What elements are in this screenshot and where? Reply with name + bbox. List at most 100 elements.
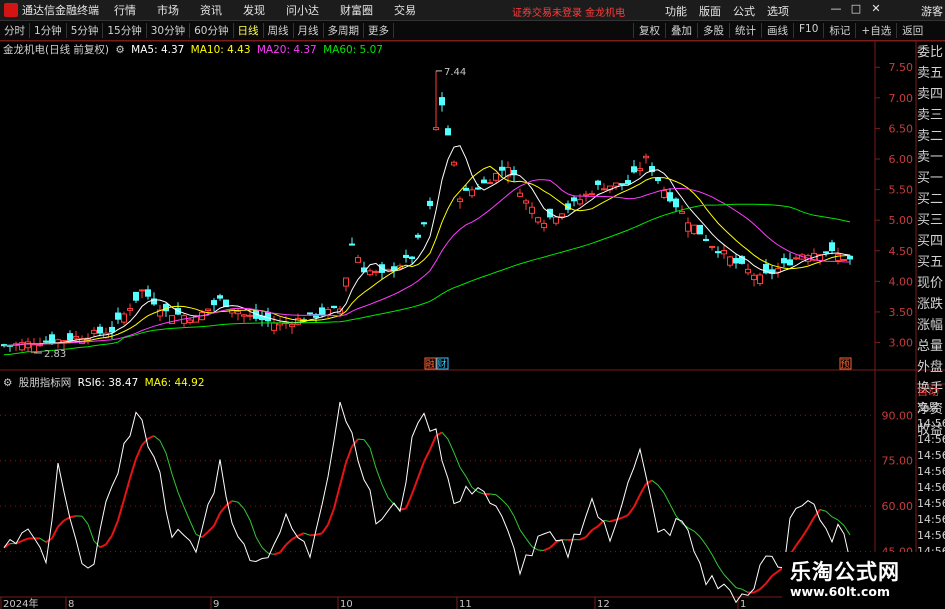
rsi-ma6-segment [729,580,737,588]
rsi-ma6-segment [441,432,449,440]
candle-body [523,200,529,204]
rsi-ma6-segment [369,447,377,469]
quote-panel: 委比 卖五 卖四 卖三 卖二 卖一 买一 买二 买三 买四 买五 现价 涨跌 涨幅 总量 外盘 换手 净资 收益 [917,42,945,441]
candle-body [703,238,709,242]
tick-time: 14:56 [917,497,945,510]
candle-body [733,258,739,264]
candle-body [691,224,697,235]
candle-body [367,270,373,276]
rsi-ma6-segment [741,588,749,593]
candle-body [73,335,79,339]
candle-body [49,334,55,344]
candle-body [475,187,481,190]
ma6-value: MA6: 44.92 [144,377,205,389]
kline-chart-canvas[interactable]: 7.50 7.00 6.50 6.00 5.50 5.00 4.50 4.00 3.50 3.00… [0,0,945,609]
rsi-ma6-segment [21,537,29,542]
rsi-ma6-segment [129,458,137,479]
price-axis-label: 4.00 [889,275,914,288]
rsi-ma6-segment [609,518,617,523]
candle-body [577,199,583,205]
candle-body [463,187,469,191]
rsi-ma6-segment [705,544,713,555]
price-axis-label: 5.00 [889,214,914,227]
candle-body [697,224,703,235]
rsi-ma6-segment [453,452,461,468]
rsi-ma6-segment [693,530,701,538]
quote-label: 买五 [917,255,944,270]
rsi-axis-label: 60.00 [882,500,914,513]
price-axis-label: 3.50 [889,306,914,319]
candle-body [205,308,211,312]
tick-time: 自动 [917,385,939,398]
ma5-line [3,145,851,347]
rsi-ma6-segment [825,510,833,518]
quote-label: 外盘 [917,360,944,375]
indicator-name[interactable]: 股朋指标网 [19,377,72,389]
indicator-legend: ⚙ 股朋指标网 RSI6: 38.47 MA6: 44.92 [3,375,208,390]
rsi-ma6-segment [843,525,851,536]
rsi-ma6-segment [447,439,455,453]
candle-body [43,340,49,343]
candle-body [433,127,439,131]
candle-body [307,312,313,315]
rsi-ma6-segment [219,505,227,514]
rsi-ma6-segment [411,477,419,495]
stock-name-label[interactable]: 金龙机电(日线 前复权) [3,44,109,56]
price-axis-label: 7.50 [889,61,914,74]
candle-body [217,295,223,299]
date-axis-label: 8 [68,599,74,609]
settings-icon[interactable]: ⚙ [115,44,124,56]
event-label: 预 [840,359,849,370]
rsi-ma6-segment [465,476,473,488]
watermark-title: 乐淘公式网 [790,560,900,584]
rsi6-line [3,401,851,604]
candle-body [823,251,829,254]
rsi-ma6-segment [651,480,659,486]
rsi-ma6-segment [513,515,521,530]
candle-body [97,326,103,334]
rsi-ma6-segment [249,519,257,538]
quote-label: 买一 [917,171,944,186]
candle-body [745,268,751,274]
rsi-ma6-segment [507,505,515,517]
rsi-ma6-segment [63,516,71,522]
main-chart-legend: 金龙机电(日线 前复权) ⚙ MA5: 4.37 MA10: 4.43 MA20… [3,42,386,57]
quote-label: 卖四 [917,87,944,102]
candle-body [775,268,781,273]
quote-label: 买四 [917,234,944,249]
candle-body [829,242,835,252]
candle-body [121,313,127,323]
candle-body [373,270,379,273]
candle-body [655,177,661,182]
candle-body [667,192,673,202]
ma10-value: MA10: 4.43 [190,44,251,56]
quote-label: 卖五 [917,66,944,81]
rsi-ma6-segment [105,534,113,546]
rsi-ma6-segment [243,508,251,521]
candle-body [289,323,295,328]
rsi-ma6-segment [255,536,263,548]
tick-time: 14:56 [917,465,945,478]
settings-icon[interactable]: ⚙ [3,377,12,389]
rsi-ma6-segment [231,500,239,503]
rsi-ma6-segment [717,565,725,575]
rsi-ma6-segment [339,462,347,486]
rsi-ma6-segment [519,529,527,539]
candle-body [211,300,217,306]
quote-label: 涨跌 [917,297,944,312]
rsi-ma6-segment [195,533,203,538]
tick-time: 14:56 [917,417,945,430]
rsi-ma6-segment [699,536,707,546]
rsi-axis-label: 75.00 [882,455,914,468]
rsi-ma6-segment [177,492,185,508]
rsi-ma6-segment [477,491,485,495]
candle-body [295,317,301,325]
candle-body [571,197,577,202]
high-label: 7.44 [444,67,466,78]
rsi-ma6-segment [315,532,323,536]
candle-body [187,319,193,324]
candle-body [127,308,133,311]
rsi-ma6-segment [333,485,341,509]
rsi-ma6-segment [165,453,173,475]
rsi-ma6-segment [81,515,89,525]
